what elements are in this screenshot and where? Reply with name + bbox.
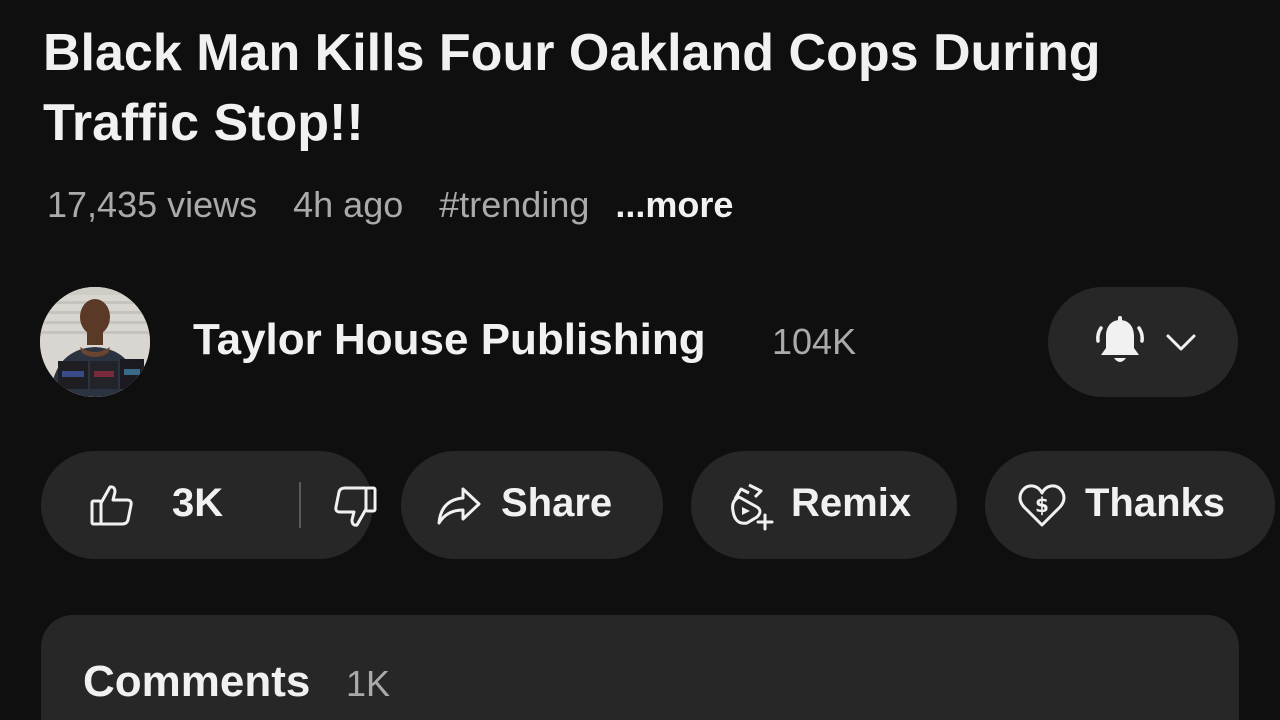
hashtag-link[interactable]: #trending [439, 184, 589, 226]
share-button[interactable]: Share [401, 451, 663, 559]
video-title[interactable]: Black Man Kills Four Oakland Cops During… [43, 18, 1143, 158]
heart-dollar-icon: $ [1018, 484, 1066, 527]
subscriber-count: 104K [772, 321, 857, 362]
upload-age: 4h ago [293, 184, 404, 225]
chevron-down-icon [1166, 334, 1196, 351]
thumbs-up-icon[interactable] [89, 483, 135, 527]
avatar-image [40, 287, 150, 397]
video-metadata[interactable]: 17,435 views 4h ago #trending ...more [47, 180, 769, 230]
video-details-page: Black Man Kills Four Oakland Cops During… [0, 0, 1280, 720]
comments-section[interactable]: Comments 1K [41, 615, 1239, 720]
more-description-link[interactable]: ...more [615, 184, 733, 226]
like-count: 3K [172, 481, 224, 525]
share-arrow-icon [437, 487, 481, 525]
thanks-button[interactable]: $ Thanks [985, 451, 1275, 559]
action-buttons-row: 3K Share Remix $ Thanks [0, 451, 1280, 559]
like-dislike-divider [299, 482, 301, 528]
share-label: Share [501, 481, 613, 525]
comments-count: 1K [346, 663, 391, 704]
channel-row: Taylor House Publishing 104K [40, 287, 1240, 397]
comments-heading: Comments [83, 657, 311, 706]
thumbs-down-icon[interactable] [332, 485, 378, 529]
bell-icon [1096, 316, 1144, 362]
subscription-notification-button[interactable] [1048, 287, 1238, 397]
channel-name[interactable]: Taylor House Publishing [193, 315, 706, 365]
view-count: 17,435 views [47, 184, 258, 225]
remix-label: Remix [791, 481, 912, 525]
thanks-label: Thanks [1085, 481, 1226, 525]
remix-button[interactable]: Remix [691, 451, 957, 559]
remix-icon [731, 483, 774, 531]
channel-avatar[interactable] [40, 287, 150, 397]
like-dislike-button-group: 3K [41, 451, 377, 559]
svg-text:$: $ [1035, 493, 1049, 517]
